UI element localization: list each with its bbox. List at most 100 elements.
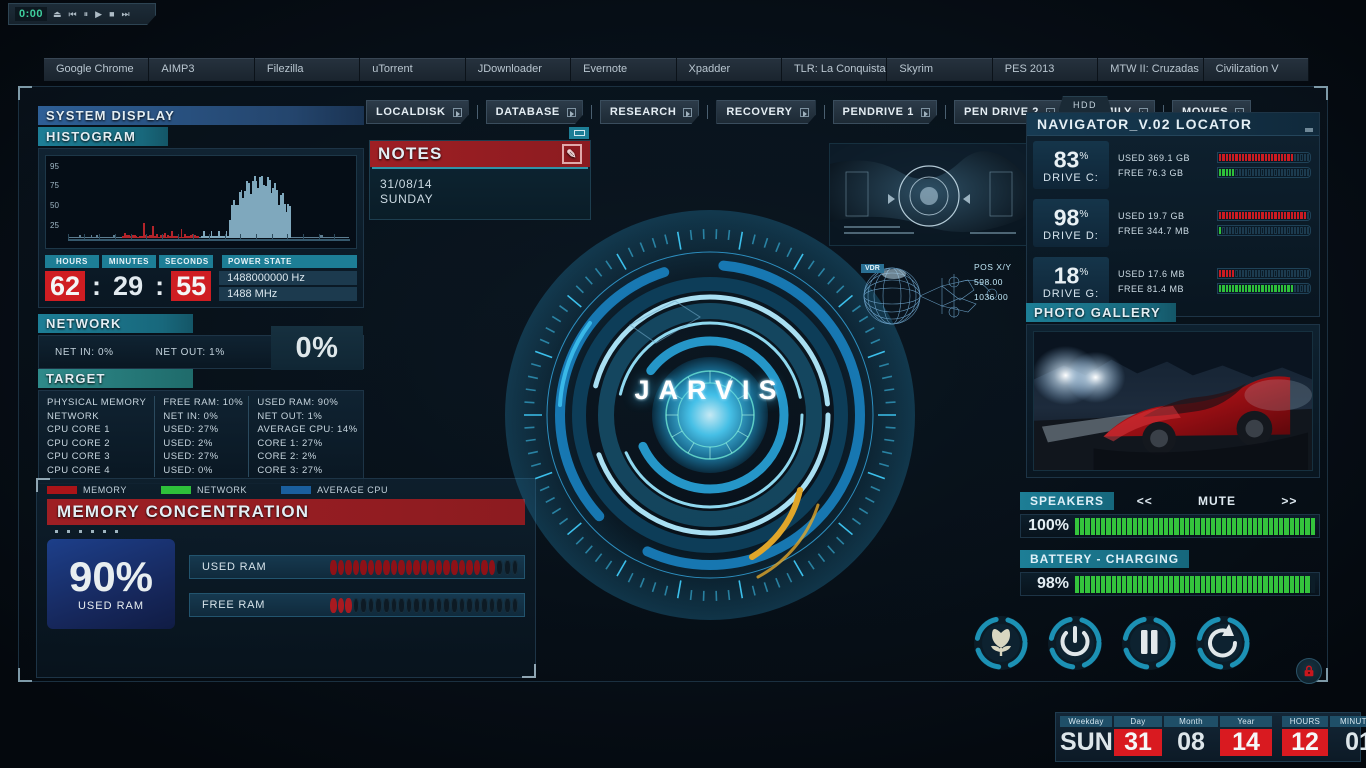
tab-recovery[interactable]: RECOVERY (716, 100, 815, 124)
tab-research[interactable]: RESEARCH (600, 100, 700, 124)
taskbar-item-9[interactable]: PES 2013 (993, 58, 1098, 81)
label-seconds: SECONDS (159, 255, 213, 268)
drive-percent-unit: % (1079, 151, 1088, 162)
used-ram-gauge: 90% USED RAM (47, 539, 175, 629)
tab-separator (707, 105, 708, 119)
volume-segment (1127, 518, 1131, 535)
volume-segment (1290, 576, 1294, 593)
power-button[interactable] (1046, 614, 1104, 672)
minimize-icon[interactable] (1305, 128, 1313, 132)
volume-segment (1211, 518, 1215, 535)
date-header-2: Month (1164, 716, 1218, 727)
target-left-0: PHYSICAL MEMORY (47, 396, 146, 410)
taskbar-item-3[interactable]: uTorrent (360, 58, 465, 81)
speakers-volume-bar[interactable] (1075, 518, 1315, 535)
histogram-chart: 95 75 50 25 (45, 155, 357, 249)
tab-separator (477, 105, 478, 119)
taskbar-item-7[interactable]: TLR: La Conquista (782, 58, 887, 81)
bar-segment (1304, 285, 1306, 292)
volume-segment (1154, 518, 1158, 535)
memc-corner-br (522, 664, 536, 678)
tab-database[interactable]: DATABASE (486, 100, 583, 124)
bar-segment (1307, 212, 1309, 219)
taskbar-item-6[interactable]: Xpadder (677, 58, 782, 81)
taskbar-item-4[interactable]: JDownloader (466, 58, 571, 81)
bar-segment (1271, 212, 1273, 219)
stop-button[interactable]: ■ (109, 10, 114, 19)
taskbar-item-1[interactable]: AIMP3 (149, 58, 254, 81)
bar-segment (1255, 227, 1257, 234)
previous-button[interactable]: ⏮ (69, 10, 77, 19)
bar-segment (1271, 270, 1273, 277)
speakers-next-button[interactable]: >> (1281, 494, 1297, 508)
eject-button[interactable]: ⏏ (53, 10, 62, 19)
taskbar-item-8[interactable]: Skyrim (887, 58, 992, 81)
bar-segment (1274, 169, 1276, 176)
bar-segment (1232, 270, 1234, 277)
tulip-icon (972, 614, 1030, 672)
volume-segment (1227, 576, 1231, 593)
volume-segment (1164, 576, 1168, 593)
taskbar-item-11[interactable]: Civilization V (1204, 58, 1309, 81)
edit-notes-icon[interactable]: ✎ (562, 144, 582, 164)
flower-button[interactable] (972, 614, 1030, 672)
battery-bar (1075, 576, 1315, 593)
memory-cell (338, 598, 345, 613)
speakers-panel: SPEAKERS << MUTE >> 100% (1020, 492, 1320, 538)
volume-segment (1174, 576, 1178, 593)
tab-pendrive-1[interactable]: PENDRIVE 1 (833, 100, 937, 124)
bar-segment (1226, 227, 1228, 234)
restart-button[interactable] (1194, 614, 1252, 672)
drive-row-0: 83%DRIVE C:USED 369.1 GBFREE 76.3 GB (1027, 136, 1319, 194)
gallery-photo[interactable] (1033, 331, 1313, 471)
volume-segment (1122, 576, 1126, 593)
volume-segment (1101, 518, 1105, 535)
volume-segment (1232, 518, 1236, 535)
lock-icon[interactable] (1296, 658, 1322, 684)
uptime-minutes: 29 (108, 271, 148, 301)
bar-segment (1271, 285, 1273, 292)
taskbar-item-2[interactable]: Filezilla (255, 58, 360, 81)
play-button[interactable]: ▶ (95, 10, 102, 19)
pause-button[interactable] (1120, 614, 1178, 672)
bar-segment (1307, 285, 1309, 292)
chevron-right-icon (921, 108, 930, 117)
bar-segment (1258, 154, 1260, 161)
media-player-widget[interactable]: 0:00 ⏏⏮⏸▶■⏭ (8, 3, 156, 25)
tab-label: RESEARCH (610, 106, 677, 118)
pause-button[interactable]: ⏸ (84, 10, 89, 19)
uptime-labels: HOURS MINUTES SECONDS POWER STATE (45, 255, 357, 268)
volume-segment (1143, 518, 1147, 535)
bar-segment (1281, 212, 1283, 219)
speakers-prev-button[interactable]: << (1137, 494, 1153, 508)
taskbar-item-5[interactable]: Evernote (571, 58, 676, 81)
hdd-tab[interactable]: HDD (1058, 96, 1112, 113)
legend-label-2: AVERAGE CPU (317, 485, 388, 495)
taskbar-item-0[interactable]: Google Chrome (44, 58, 149, 81)
bar-segment (1278, 227, 1280, 234)
volume-segment (1106, 518, 1110, 535)
volume-segment (1117, 576, 1121, 593)
tab-localdisk[interactable]: LOCALDISK (366, 100, 469, 124)
taskbar-item-10[interactable]: MTW II: Cruzadas (1098, 58, 1203, 81)
drive-row-1: 98%DRIVE D:USED 19.7 GBFREE 344.7 MB (1027, 194, 1319, 252)
date-header-0: Weekday (1060, 716, 1112, 727)
drive-list: 83%DRIVE C:USED 369.1 GBFREE 76.3 GB98%D… (1027, 136, 1319, 310)
speakers-mute-button[interactable]: MUTE (1198, 494, 1236, 508)
media-controls: ⏏ ⏮ ⏸ ▶ ■ ⏭ (53, 10, 130, 19)
memory-cell (443, 598, 450, 613)
next-button[interactable]: ⏭ (122, 10, 130, 19)
memory-cell (353, 560, 360, 575)
date-header-1: Day (1114, 716, 1162, 727)
drive-info-0: USED 369.1 GBFREE 76.3 GB (1118, 152, 1311, 178)
speakers-volume-row[interactable]: 100% (1020, 514, 1320, 538)
net-in-value: NET IN: 0% (39, 347, 114, 358)
drive-used-line-2: USED 17.6 MB (1118, 268, 1311, 279)
volume-segment (1190, 576, 1194, 593)
volume-segment (1185, 518, 1189, 535)
bar-segment (1252, 212, 1254, 219)
memory-dot (91, 530, 94, 533)
memory-concentration-body: MEMORYNETWORKAVERAGE CPU MEMORY CONCENTR… (36, 478, 536, 678)
notes-window-button[interactable] (569, 127, 589, 139)
uptime-seconds: 55 (171, 271, 211, 301)
